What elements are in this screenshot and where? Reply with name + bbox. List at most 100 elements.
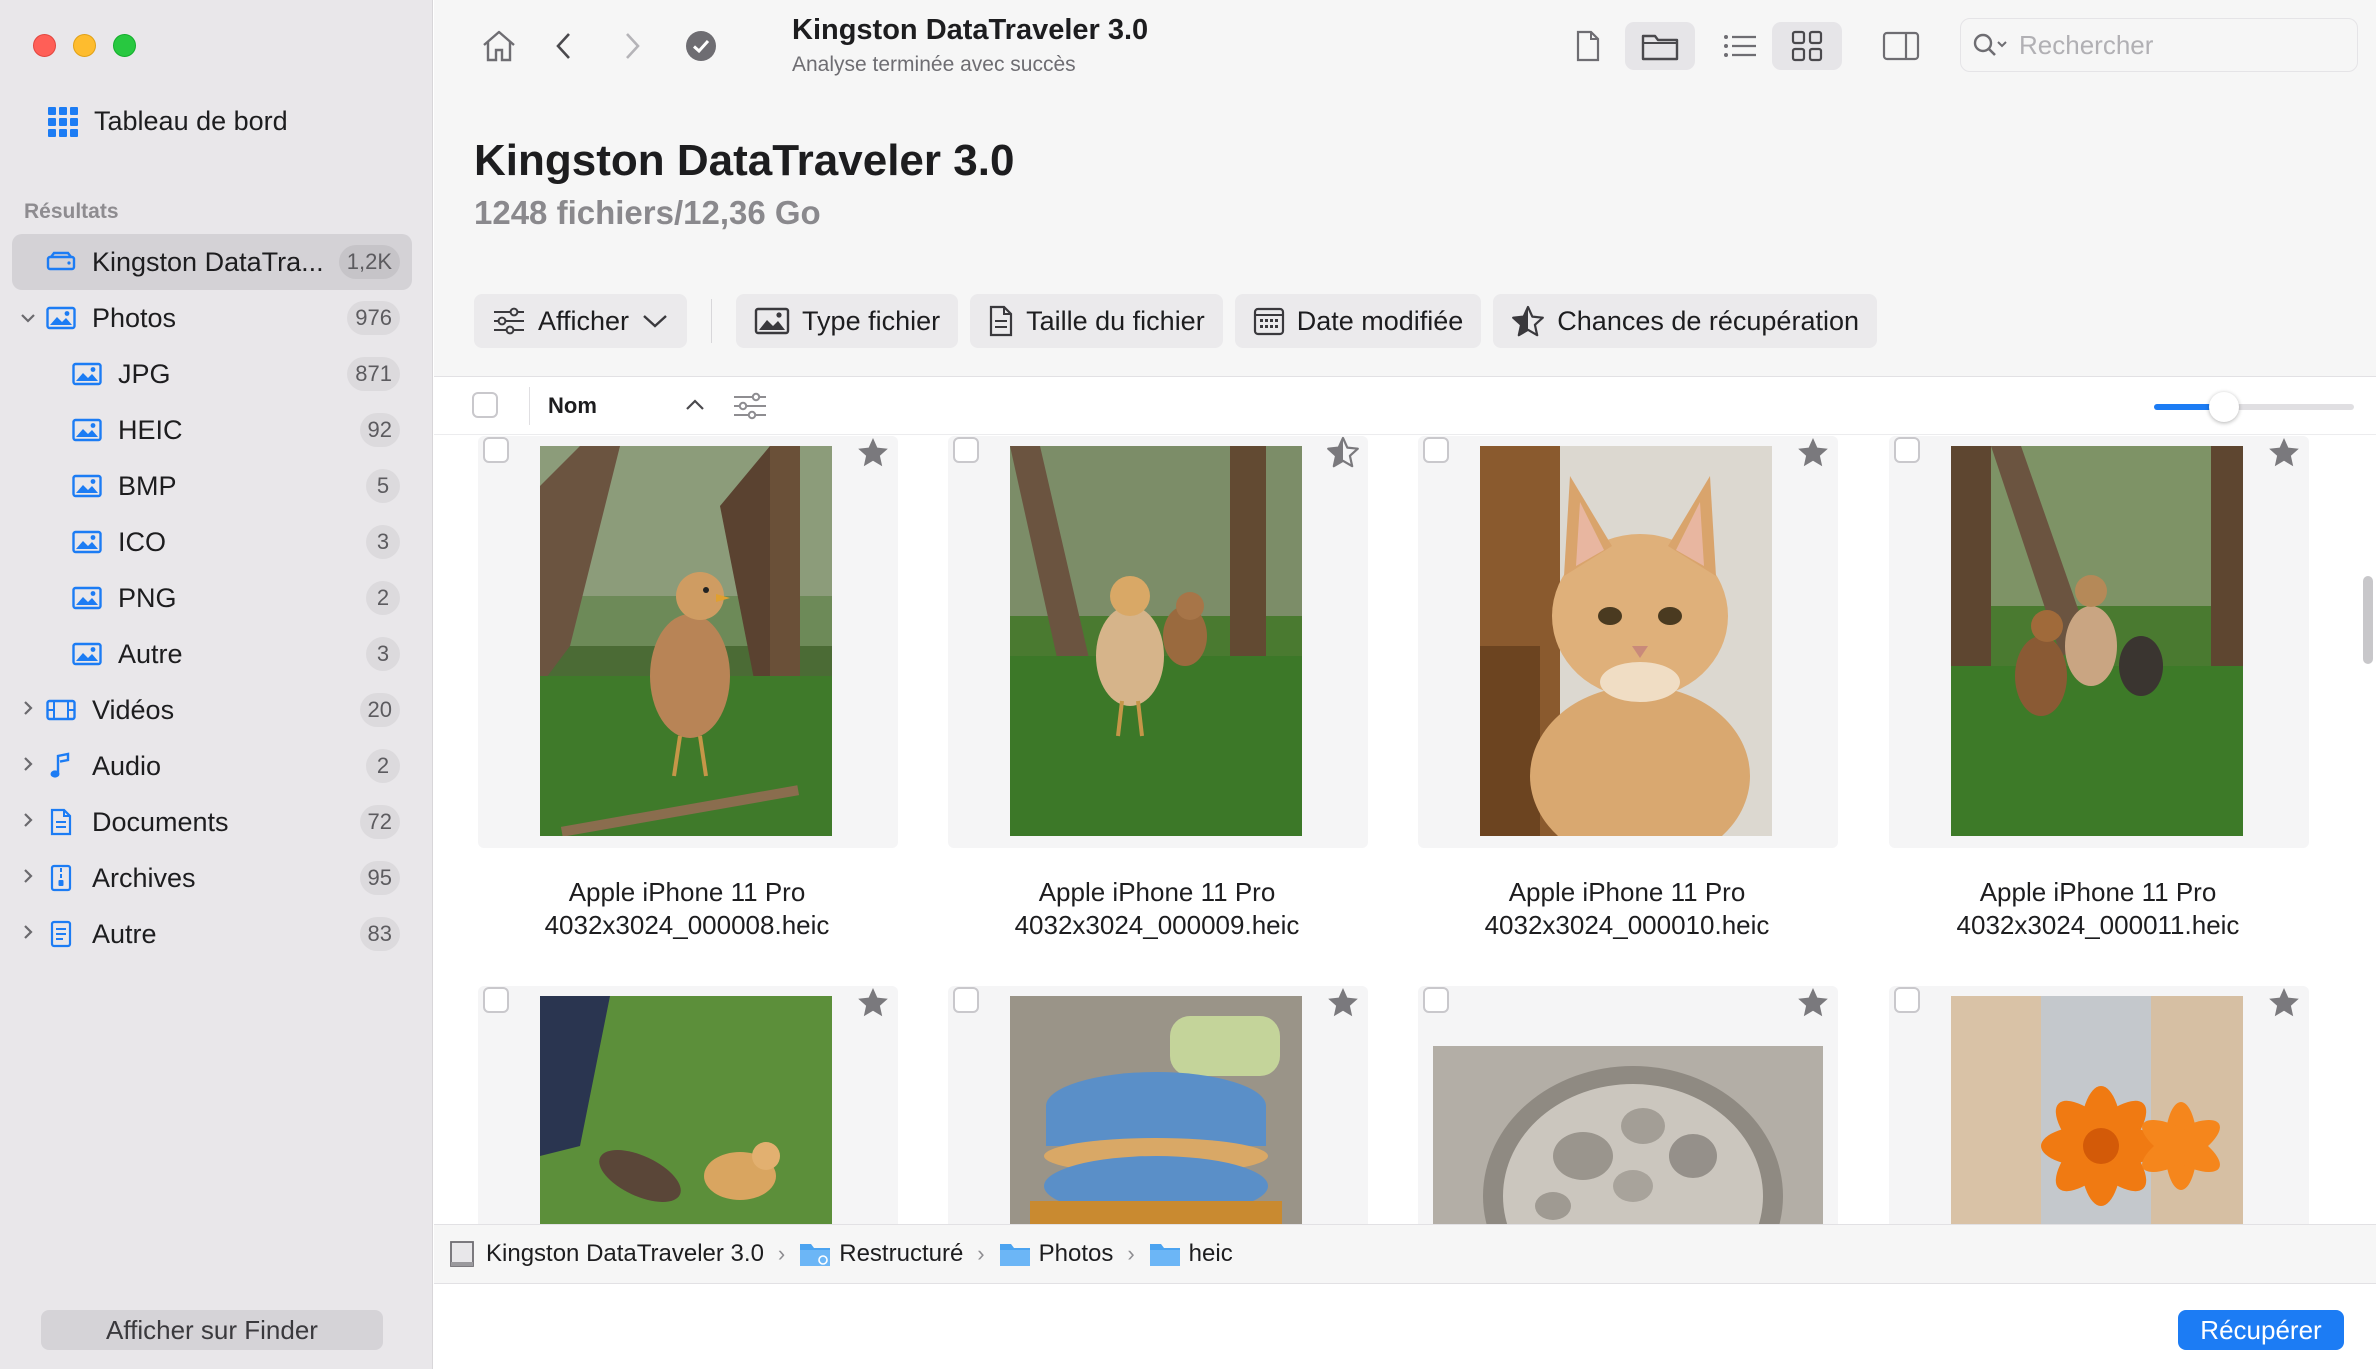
home-button[interactable] bbox=[469, 22, 529, 70]
grid-view-button[interactable] bbox=[1772, 22, 1842, 70]
minimize-window-button[interactable] bbox=[73, 34, 96, 57]
sidebar-item-heic[interactable]: HEIC 92 bbox=[12, 402, 412, 458]
star-icon bbox=[858, 438, 888, 467]
count-badge: 92 bbox=[359, 413, 400, 447]
column-header-name[interactable]: Nom bbox=[548, 393, 597, 419]
sidebar-item-png[interactable]: PNG 2 bbox=[12, 570, 412, 626]
file-checkbox[interactable] bbox=[1423, 437, 1449, 463]
file-card[interactable] bbox=[948, 436, 1368, 848]
file-name: Apple iPhone 11 Pro 4032x3024_000010.hei… bbox=[1392, 876, 1862, 942]
sidebar-item-documents[interactable]: Documents 72 bbox=[12, 794, 412, 850]
file-thumbnail bbox=[1010, 446, 1302, 836]
count-badge: 2 bbox=[366, 581, 400, 615]
list-view-button[interactable] bbox=[1710, 22, 1770, 70]
file-checkbox[interactable] bbox=[953, 437, 979, 463]
star-icon bbox=[1798, 988, 1828, 1017]
sidebar-item-photos[interactable]: Photos 976 bbox=[12, 290, 412, 346]
filter-divider bbox=[711, 299, 713, 343]
column-settings-icon[interactable] bbox=[732, 391, 768, 421]
sidebar-item-other[interactable]: Autre 83 bbox=[12, 906, 412, 962]
file-checkbox[interactable] bbox=[483, 437, 509, 463]
chevron-left-icon bbox=[556, 33, 570, 59]
file-checkbox[interactable] bbox=[1894, 987, 1920, 1013]
chevron-down-icon[interactable] bbox=[20, 307, 36, 330]
select-all-checkbox[interactable] bbox=[472, 392, 498, 418]
file-card[interactable] bbox=[478, 986, 898, 1224]
breadcrumb-item-drive[interactable]: Kingston DataTraveler 3.0 bbox=[448, 1240, 764, 1268]
sort-ascending-icon[interactable] bbox=[684, 397, 706, 413]
count-badge: 3 bbox=[366, 637, 400, 671]
count-badge: 20 bbox=[359, 693, 400, 727]
grid-icon bbox=[1791, 30, 1823, 62]
archive-icon bbox=[46, 864, 76, 892]
grid-icon bbox=[48, 106, 78, 137]
sidebar-item-jpg[interactable]: JPG 871 bbox=[12, 346, 412, 402]
file-checkbox[interactable] bbox=[1894, 437, 1920, 463]
chevron-right-icon[interactable] bbox=[20, 811, 36, 834]
sidebar-item-ico[interactable]: ICO 3 bbox=[12, 514, 412, 570]
back-button[interactable] bbox=[534, 22, 594, 70]
breadcrumb-item-restructured[interactable]: Restructuré bbox=[799, 1240, 963, 1268]
file-card[interactable] bbox=[478, 436, 898, 848]
chevron-down-icon bbox=[643, 315, 667, 328]
file-card[interactable] bbox=[1418, 986, 1838, 1224]
count-badge: 95 bbox=[359, 861, 400, 895]
sidebar-item-dashboard[interactable]: Tableau de bord bbox=[48, 106, 288, 137]
close-window-button[interactable] bbox=[33, 34, 56, 57]
file-name: Apple iPhone 11 Pro 4032x3024_000011.hei… bbox=[1863, 876, 2333, 942]
slider-knob[interactable] bbox=[2209, 392, 2239, 422]
folder-view-button[interactable] bbox=[1625, 22, 1695, 70]
file-card[interactable] bbox=[1418, 436, 1838, 848]
sidebar-item-label: HEIC bbox=[118, 414, 183, 445]
star-icon bbox=[858, 988, 888, 1017]
search-field[interactable] bbox=[1960, 18, 2358, 72]
sidebar-item-kingston-drive[interactable]: Kingston DataTra... 1,2K bbox=[12, 234, 412, 290]
folder-icon bbox=[1149, 1244, 1180, 1266]
file-grid: Apple iPhone 11 Pro 4032x3024_000008.hei… bbox=[434, 436, 2376, 1224]
show-filter-dropdown[interactable]: Afficher bbox=[474, 294, 688, 348]
file-checkbox[interactable] bbox=[483, 987, 509, 1013]
file-card[interactable] bbox=[1889, 986, 2309, 1224]
vertical-scrollbar[interactable] bbox=[2360, 576, 2376, 664]
zoom-window-button[interactable] bbox=[113, 34, 136, 57]
file-type-filter-button[interactable]: Type fichier bbox=[736, 294, 959, 348]
date-modified-filter-button[interactable]: Date modifiée bbox=[1234, 294, 1482, 348]
recover-button[interactable]: Récupérer bbox=[2178, 1310, 2344, 1350]
file-checkbox[interactable] bbox=[1423, 987, 1449, 1013]
sidebar-item-label: BMP bbox=[118, 470, 177, 501]
forward-button[interactable] bbox=[602, 22, 662, 70]
show-in-finder-button[interactable]: Afficher sur Finder bbox=[41, 1310, 383, 1350]
recovery-chances-filter-button[interactable]: Chances de récupération bbox=[1493, 294, 1877, 348]
search-input[interactable] bbox=[2019, 29, 2339, 61]
file-card[interactable] bbox=[1889, 436, 2309, 848]
sidebar-item-videos[interactable]: Vidéos 20 bbox=[12, 682, 412, 738]
thumbnail-size-slider[interactable] bbox=[2154, 392, 2354, 422]
preview-panel-button[interactable] bbox=[1871, 22, 1931, 70]
photo-icon bbox=[72, 361, 102, 387]
file-size-filter-button[interactable]: Taille du fichier bbox=[970, 294, 1223, 348]
file-view-button[interactable] bbox=[1558, 22, 1618, 70]
drive-icon bbox=[450, 1241, 474, 1267]
chevron-right-icon[interactable] bbox=[20, 923, 36, 946]
dashboard-label: Tableau de bord bbox=[94, 106, 288, 136]
photo-icon bbox=[72, 641, 102, 667]
breadcrumb-label: heic bbox=[1188, 1240, 1233, 1267]
file-thumbnail bbox=[1433, 1046, 1823, 1224]
breadcrumb-item-photos[interactable]: Photos bbox=[999, 1240, 1113, 1268]
photo-icon bbox=[72, 585, 102, 611]
file-name-line1: Apple iPhone 11 Pro bbox=[1979, 877, 2217, 907]
chevron-right-icon[interactable] bbox=[20, 867, 36, 890]
chevron-right-icon[interactable] bbox=[20, 699, 36, 722]
chevron-right-icon[interactable] bbox=[20, 755, 36, 778]
sidebar-item-bmp[interactable]: BMP 5 bbox=[12, 458, 412, 514]
file-checkbox[interactable] bbox=[953, 987, 979, 1013]
breadcrumb-item-heic[interactable]: heic bbox=[1149, 1240, 1233, 1268]
sidebar-item-audio[interactable]: Audio 2 bbox=[12, 738, 412, 794]
photo-icon bbox=[754, 307, 790, 335]
column-divider bbox=[529, 387, 530, 425]
file-card[interactable] bbox=[948, 986, 1368, 1224]
sidebar-item-archives[interactable]: Archives 95 bbox=[12, 850, 412, 906]
date-modified-label: Date modifiée bbox=[1296, 305, 1464, 336]
sidebar-item-photos-other[interactable]: Autre 3 bbox=[12, 626, 412, 682]
star-half-icon bbox=[1512, 305, 1545, 337]
